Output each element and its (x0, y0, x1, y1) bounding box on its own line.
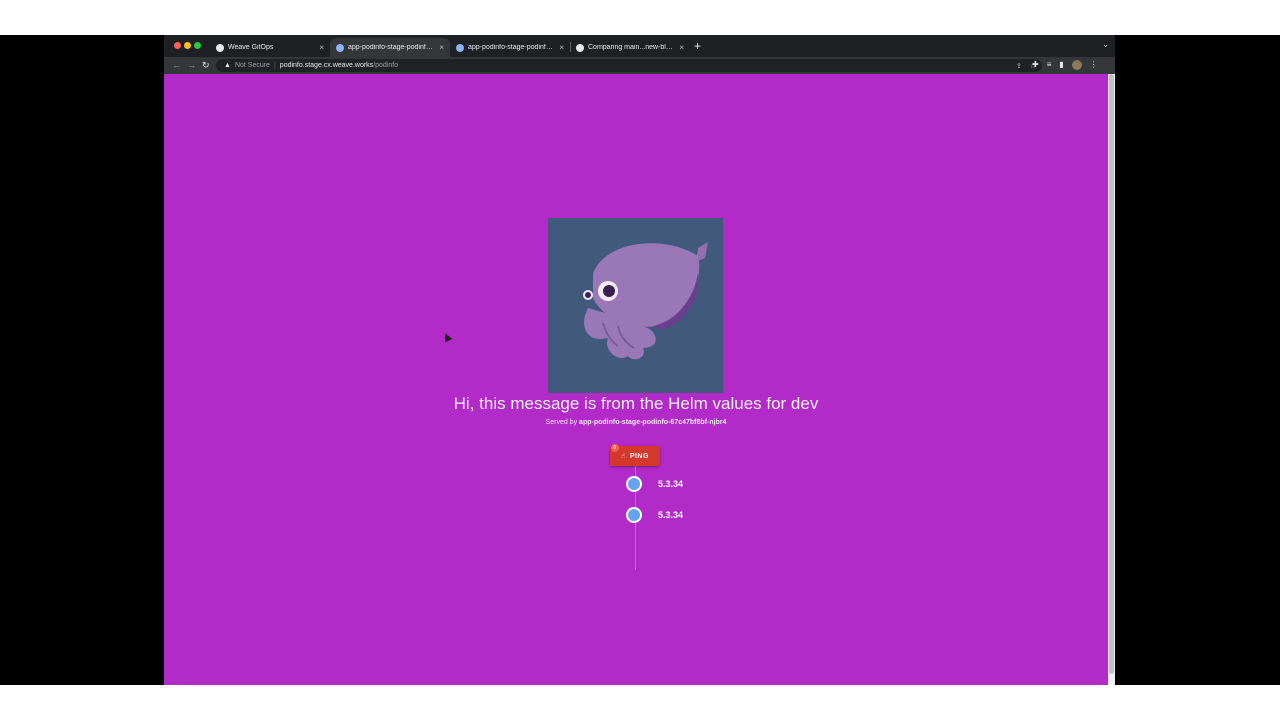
tab-weave-gitops[interactable]: Weave GitOps × (210, 38, 330, 57)
toolbar: ← → ↻ ▲ Not Secure | podinfo.stage.cx.we… (164, 57, 1115, 74)
share-icon[interactable]: ⇪ (1016, 62, 1022, 70)
extensions-puzzle-icon[interactable]: ✚ (1032, 60, 1039, 70)
zoom-window-button[interactable] (194, 42, 201, 49)
tab-search-icon[interactable]: ⌄ (1102, 40, 1109, 49)
served-by-line: Served by app-podinfo-stage-podinfo-67c4… (164, 418, 1108, 428)
new-tab-button[interactable]: + (694, 39, 701, 53)
browser-window: Weave GitOps × app-podinfo-stage-podinfo… (164, 35, 1115, 685)
version-timeline-item: 5.3.34 (626, 476, 683, 492)
helm-message-heading: Hi, this message is from the Helm values… (453, 394, 819, 413)
podinfo-page: Hi, this message is from the Helm values… (164, 74, 1108, 685)
ping-button-label: PING (629, 452, 649, 460)
reload-icon[interactable]: ↻ (202, 59, 210, 72)
version-label: 5.3.34 (658, 479, 684, 489)
tab-title: Comparing main...new-blue-co (588, 44, 676, 51)
github-favicon-icon (576, 43, 584, 52)
security-label[interactable]: Not Secure (235, 62, 270, 69)
version-timeline-item: 5.3.34 (626, 507, 683, 523)
minimize-window-button[interactable] (184, 42, 191, 49)
tab-close-icon[interactable]: × (319, 43, 324, 52)
version-label: 5.3.34 (658, 510, 684, 520)
tab-podinfo-active[interactable]: app-podinfo-stage-podinfo-67 × (330, 38, 450, 57)
ping-button[interactable]: 0 ☝ PING (610, 444, 660, 466)
url-host[interactable]: podinfo.stage.cx.weave.works (280, 62, 373, 69)
back-arrow-icon[interactable]: ← (172, 59, 181, 72)
letterbox-right (1115, 35, 1280, 685)
reading-list-icon[interactable]: ≡ (1047, 60, 1052, 70)
menu-kebab-icon[interactable]: ⋮ (1090, 60, 1098, 70)
tab-github-compare[interactable]: Comparing main...new-blue-co × (570, 38, 690, 57)
profile-avatar[interactable] (1071, 60, 1082, 70)
url-path[interactable]: /podinfo (373, 62, 398, 69)
tab-close-icon[interactable]: × (679, 43, 684, 52)
address-separator: | (273, 62, 276, 69)
tab-close-icon[interactable]: × (559, 43, 564, 52)
podinfo-favicon-icon (336, 43, 344, 52)
timeline-dot-icon (626, 476, 642, 492)
side-panel-icon[interactable]: ▮ (1059, 60, 1063, 70)
podinfo-cuttlefish-logo (548, 218, 723, 393)
tab-title: app-podinfo-stage-podinfo-67 (348, 44, 436, 51)
ping-hand-icon: ☝ (621, 453, 626, 460)
tab-strip: Weave GitOps × app-podinfo-stage-podinfo… (164, 35, 1115, 57)
forward-arrow-icon[interactable]: → (187, 59, 196, 72)
toolbar-icons: ✚ ≡ ▮ ⋮ (1032, 60, 1098, 70)
scrollbar-thumb[interactable] (1109, 74, 1114, 674)
weave-favicon-icon (216, 43, 224, 52)
letterbox-left (0, 35, 164, 685)
served-by-pod-name: app-podinfo-stage-podinfo-67c47bf8bf-njb… (579, 419, 727, 426)
tab-title: app-podinfo-stage-podinfo-67 (468, 44, 556, 51)
page-scrollbar[interactable] (1108, 74, 1115, 685)
tab-close-icon[interactable]: × (439, 43, 444, 52)
podinfo-favicon-icon (456, 43, 464, 52)
tab-title: Weave GitOps (228, 44, 274, 51)
timeline-dot-icon (626, 507, 642, 523)
ping-count-badge: 0 (611, 444, 619, 452)
address-bar[interactable]: ▲ Not Secure | podinfo.stage.cx.weave.wo… (216, 59, 1042, 72)
tab-podinfo[interactable]: app-podinfo-stage-podinfo-67 × (450, 38, 570, 57)
served-by-prefix: Served by (545, 419, 578, 426)
warning-triangle-icon[interactable]: ▲ (224, 62, 231, 69)
mouse-cursor-icon (441, 331, 453, 343)
close-window-button[interactable] (174, 42, 181, 49)
